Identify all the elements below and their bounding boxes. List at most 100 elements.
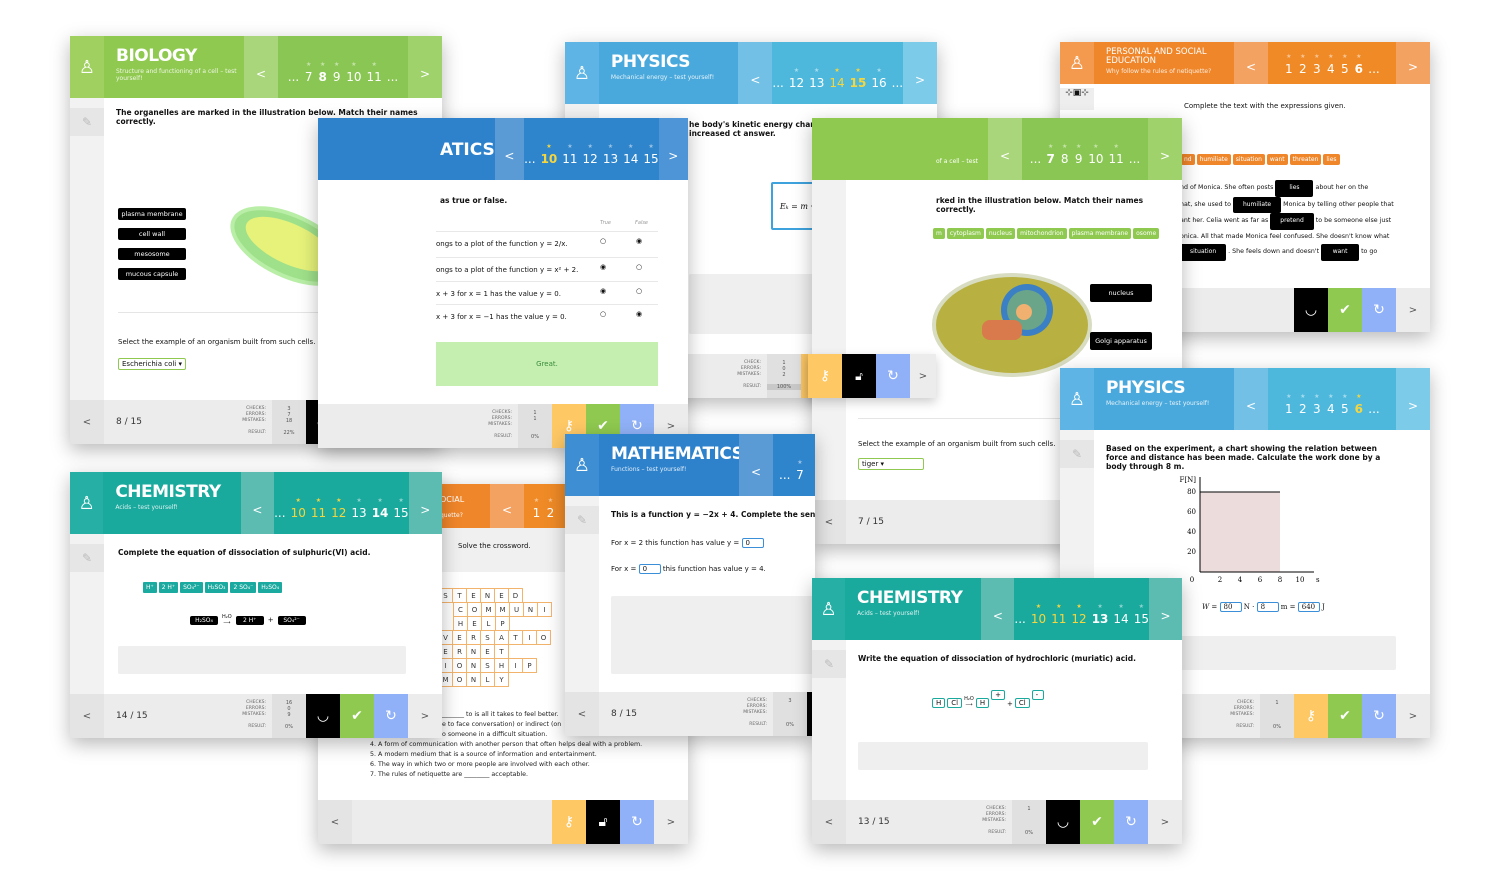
exercise-4[interactable]: 4	[1326, 402, 1335, 416]
exercise-11[interactable]: 11	[562, 152, 577, 166]
tag[interactable]: nd	[1181, 154, 1195, 165]
prev-exercise-button[interactable]: <	[739, 434, 773, 496]
next-exercise-button[interactable]: >	[658, 118, 688, 180]
exercise-16[interactable]: 16	[871, 76, 886, 90]
tag[interactable]: osome	[1133, 228, 1160, 239]
tag[interactable]: lies	[1323, 154, 1340, 165]
radio-false[interactable]: ◉	[636, 310, 642, 318]
prev-button[interactable]: <	[812, 500, 846, 544]
exercise-13[interactable]: 13	[1092, 612, 1109, 626]
crossword-cell[interactable]: H	[453, 616, 468, 631]
exercise-15[interactable]: 15	[393, 506, 408, 520]
crossword-cell[interactable]: E	[467, 616, 482, 631]
label-golgi[interactable]: Golgi apparatus	[1090, 332, 1152, 350]
check-icon[interactable]: ✔	[340, 694, 374, 738]
prev-button[interactable]: <	[318, 800, 352, 844]
exercise-8[interactable]: 8	[1060, 152, 1069, 166]
crossword-cell[interactable]: E	[494, 588, 509, 603]
exercise-2[interactable]: 2	[546, 506, 555, 520]
eq-product-2[interactable]: SO₄²⁻	[277, 615, 306, 625]
exercise-7[interactable]: 7	[795, 468, 804, 482]
exercise-11[interactable]: 11	[311, 506, 326, 520]
box-h-product[interactable]: H	[975, 698, 990, 708]
crossword-cell[interactable]: S	[480, 630, 495, 645]
crossword-cell[interactable]: E	[480, 644, 495, 659]
exercise-12[interactable]: 12	[583, 152, 598, 166]
exercise-9[interactable]: 9	[332, 70, 341, 84]
organism-select[interactable]: tiger ▾	[858, 458, 924, 470]
label-mucous-capsule[interactable]: mucous capsule	[118, 268, 186, 280]
next-button[interactable]: >	[654, 800, 688, 844]
crossword-cell[interactable]: S	[480, 658, 495, 673]
crossword-cell[interactable]: E	[466, 588, 481, 603]
tag[interactable]: H₂SO₃	[204, 582, 229, 593]
reveal-eye-icon[interactable]: ◡	[306, 694, 340, 738]
crossword-cell[interactable]: O	[467, 602, 482, 617]
pencil-icon[interactable]: ✎	[565, 506, 599, 534]
next-exercise-button[interactable]: >	[408, 472, 442, 534]
exercise-14[interactable]: 14	[829, 76, 844, 90]
label-mesosome[interactable]: mesosome	[118, 248, 186, 260]
gap-humiliate[interactable]: humiliate	[1232, 196, 1282, 213]
prev-button[interactable]: <	[565, 692, 599, 736]
work-input[interactable]: 640	[1297, 602, 1320, 612]
next-exercise-button[interactable]: >	[1148, 118, 1182, 180]
exercise-5[interactable]: 5	[1340, 62, 1349, 76]
exercise-6[interactable]: 6	[1354, 402, 1363, 416]
crossword-cell[interactable]: N	[466, 672, 481, 687]
reset-icon[interactable]: ↻	[374, 694, 408, 738]
gap-want[interactable]: want	[1321, 244, 1360, 261]
exercise-10[interactable]: 10	[346, 70, 361, 84]
crossword-cell[interactable]: T	[494, 644, 509, 659]
crossword-cell[interactable]: C	[453, 602, 468, 617]
tag[interactable]: nucleus	[985, 228, 1016, 239]
check-icon[interactable]: ✔	[1328, 694, 1362, 738]
tag[interactable]: want	[1266, 154, 1288, 165]
check-icon[interactable]: ✔	[1328, 288, 1362, 332]
radio-false[interactable]: ○	[636, 287, 642, 295]
crossword-cell[interactable]: M	[495, 602, 510, 617]
crossword-cell[interactable]: D	[508, 588, 523, 603]
crossword-cell[interactable]: M	[481, 602, 496, 617]
next-exercise-button[interactable]: >	[903, 42, 937, 104]
exercise-15[interactable]: 15	[643, 152, 658, 166]
radio-true[interactable]: ○	[600, 310, 606, 318]
tag[interactable]: humiliate	[1196, 154, 1231, 165]
crossword-cell[interactable]: A	[494, 630, 509, 645]
next-button[interactable]: >	[1148, 800, 1182, 844]
crossword-cell[interactable]: N	[480, 588, 495, 603]
crossword-cell[interactable]: U	[509, 602, 524, 617]
exercise-10[interactable]: 10	[1031, 612, 1046, 626]
reset-icon[interactable]: ↻	[876, 354, 910, 398]
tag[interactable]: situation	[1232, 154, 1265, 165]
pencil-icon[interactable]: ✎	[70, 544, 104, 572]
box-charge-minus[interactable]: -	[1031, 690, 1044, 700]
exercise-2[interactable]: 2	[1298, 402, 1307, 416]
exercise-12[interactable]: 12	[1071, 612, 1086, 626]
exercise-14[interactable]: 14	[372, 506, 389, 520]
x-input[interactable]: 0	[638, 564, 661, 574]
exercise-11[interactable]: 11	[1109, 152, 1124, 166]
crossword-cell[interactable]: Y	[494, 672, 509, 687]
exercise-15[interactable]: 15	[850, 76, 867, 90]
crossword-cell[interactable]: N	[466, 644, 481, 659]
crossword-cell[interactable]: I	[537, 602, 552, 617]
crossword-cell[interactable]: E	[452, 630, 467, 645]
tag[interactable]: threaten	[1289, 154, 1322, 165]
pencil-icon[interactable]: ✎	[1060, 440, 1094, 468]
prev-exercise-button[interactable]: <	[738, 42, 773, 104]
label-cell-wall[interactable]: cell wall	[118, 228, 186, 240]
next-exercise-button[interactable]: >	[1148, 578, 1182, 640]
prev-exercise-button[interactable]: <	[988, 118, 1022, 180]
next-button[interactable]: >	[1396, 288, 1430, 332]
exercise-3[interactable]: 3	[1312, 62, 1321, 76]
crossword-cell[interactable]: T	[508, 630, 523, 645]
radio-false[interactable]: ○	[636, 263, 642, 271]
tag[interactable]: m	[933, 228, 945, 239]
next-exercise-button[interactable]: >	[1396, 368, 1430, 430]
label-nucleus[interactable]: nucleus	[1090, 284, 1152, 302]
crossword-cell[interactable]: O	[452, 658, 467, 673]
prev-exercise-button[interactable]: <	[240, 472, 275, 534]
tag[interactable]: 2 H⁺	[158, 582, 179, 593]
tag[interactable]: H⁺	[143, 582, 157, 593]
